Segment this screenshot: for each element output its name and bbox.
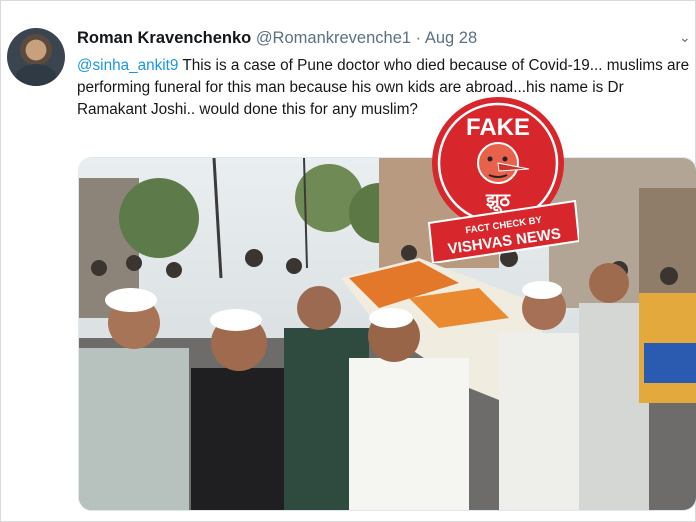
tweet-header: Roman Kravenchenko @Romankrevenche1 · Au…: [77, 29, 477, 48]
tweet-text: @sinha_ankit9 This is a case of Pune doc…: [77, 55, 691, 121]
stamp-hindi: झूठ: [485, 190, 512, 212]
avatar[interactable]: [7, 28, 65, 86]
fake-stamp-graphic: FAKE झूठ FACT CHECK BY VISHVAS NEWS: [427, 97, 581, 265]
avatar-shoulders: [15, 64, 57, 86]
photo-scene: [79, 158, 696, 510]
mention-link[interactable]: @sinha_ankit9: [77, 57, 178, 74]
fake-stamp: FAKE झूठ FACT CHECK BY VISHVAS NEWS: [425, 93, 581, 265]
display-name[interactable]: Roman Kravenchenko: [77, 29, 251, 47]
chevron-down-icon[interactable]: ⌄: [679, 29, 691, 46]
stamp-label: FAKE: [466, 114, 530, 141]
separator-dot: ·: [415, 29, 422, 47]
user-handle[interactable]: @Romankrevenche1: [256, 29, 411, 47]
tweet-photo[interactable]: [78, 157, 696, 511]
tweet-card: Roman Kravenchenko @Romankrevenche1 · Au…: [0, 0, 696, 522]
tweet-date[interactable]: Aug 28: [425, 29, 477, 47]
